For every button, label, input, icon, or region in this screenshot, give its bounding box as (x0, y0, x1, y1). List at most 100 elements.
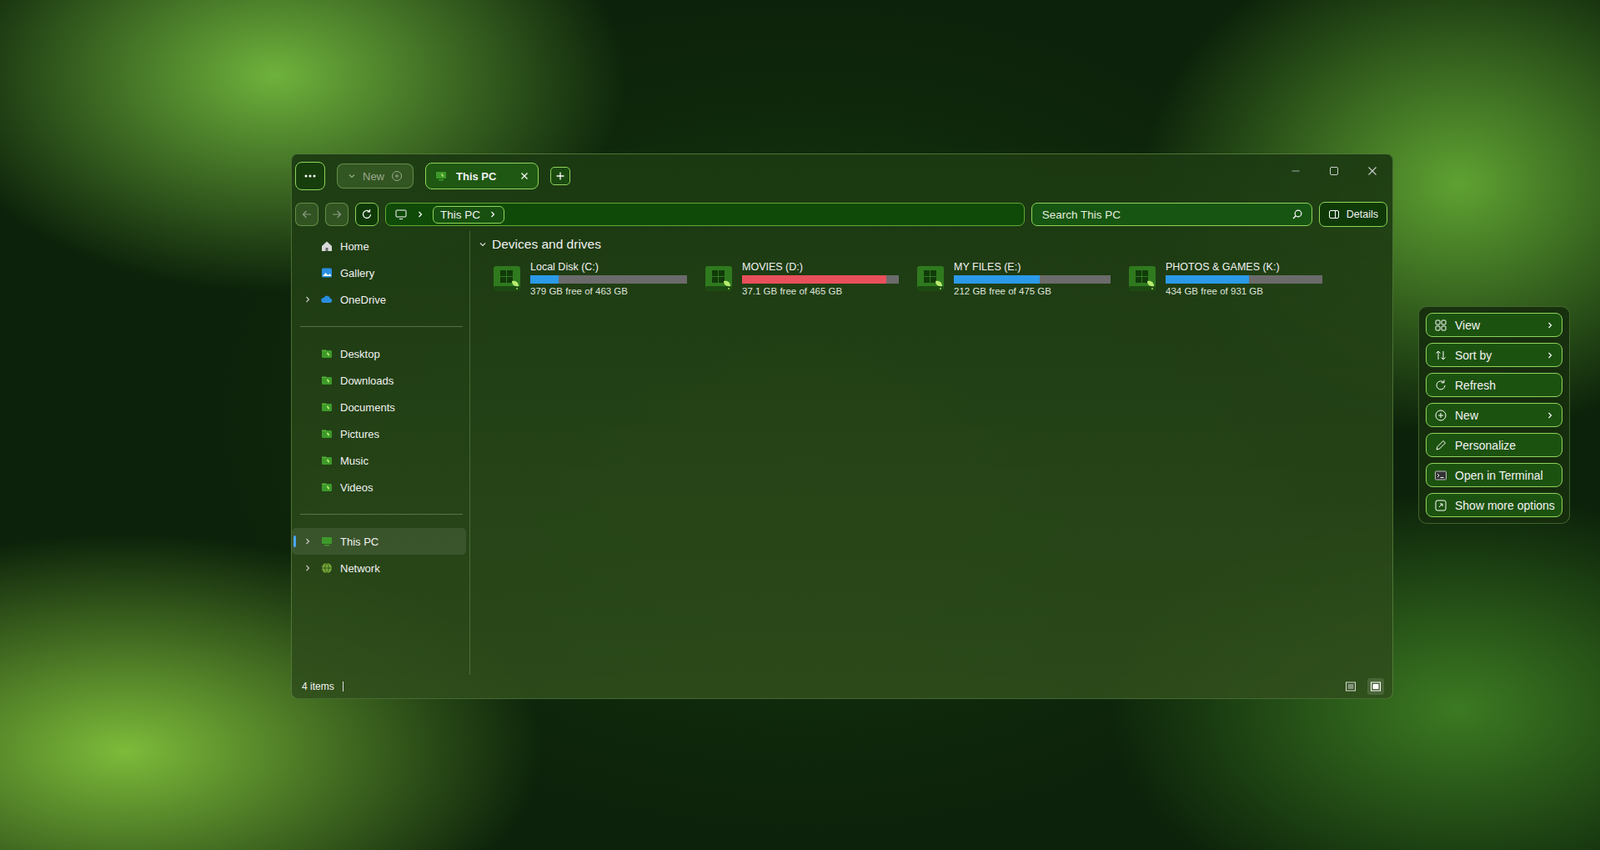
chevron-right-icon (488, 210, 497, 219)
terminal-icon (1434, 468, 1448, 482)
forward-button[interactable] (325, 202, 349, 226)
sort-icon (1434, 348, 1448, 362)
collapse-chevron-icon (478, 240, 487, 249)
menu-item[interactable]: Sort by (1425, 342, 1563, 367)
drive-tile[interactable]: MOVIES (D:)37.1 GB free of 465 GB (702, 260, 899, 296)
pc-icon (434, 169, 448, 183)
sidebar-item[interactable]: Documents (291, 393, 467, 421)
sidebar-separator (300, 326, 463, 327)
drive-tile[interactable]: PHOTOS & GAMES (K:)434 GB free of 931 GB (1126, 260, 1323, 296)
expand-chevron-icon[interactable] (303, 536, 312, 546)
close-icon[interactable] (519, 170, 530, 181)
sidebar-item[interactable]: This PC (291, 527, 467, 555)
hard-drive-icon (491, 262, 523, 295)
minimize-icon[interactable] (1290, 165, 1301, 176)
usage-bar (953, 275, 1111, 284)
title-bar: New This PC (291, 154, 1393, 198)
group-header[interactable]: Devices and drives (478, 235, 1386, 253)
new-tab-button[interactable] (550, 166, 571, 186)
toolbar: This PC Search This PCDetails (291, 197, 1393, 231)
arrow-left-icon (300, 208, 313, 221)
sidebar-item[interactable]: Network (291, 554, 467, 582)
usage-bar (1165, 275, 1323, 284)
refresh-button[interactable] (355, 202, 379, 226)
video-icon (320, 480, 334, 494)
pc-icon (320, 534, 334, 548)
address-bar[interactable]: This PC (385, 202, 1025, 226)
selection-indicator (293, 535, 296, 547)
music-icon (320, 453, 334, 467)
chevron-right-icon (416, 210, 425, 219)
drive-tile[interactable]: Local Disk (C:)379 GB free of 463 GB (491, 260, 688, 296)
sidebar-item[interactable]: Home (291, 232, 467, 260)
monitor-icon (394, 207, 408, 221)
cloud-icon (320, 292, 334, 306)
menu-item[interactable]: Open in Terminal (1425, 462, 1563, 487)
search-icon (1291, 208, 1304, 221)
back-button[interactable] (295, 202, 319, 226)
hard-drive-icon (914, 262, 947, 295)
usage-bar (530, 275, 688, 284)
pen-icon (1434, 438, 1448, 452)
close-window-icon[interactable] (1367, 165, 1378, 176)
hard-drive-icon (702, 262, 735, 295)
tiles-view-icon (1369, 680, 1382, 693)
folder-icon (320, 346, 334, 361)
sidebar-item[interactable]: Downloads (291, 366, 467, 394)
details-view-icon (1344, 680, 1357, 693)
sidebar-item[interactable]: Music (291, 446, 467, 474)
plus-icon (1434, 408, 1448, 422)
more-button[interactable] (295, 161, 326, 191)
status-divider (342, 681, 344, 692)
picture-icon (320, 426, 334, 441)
desktop: New This PC This PC Search This PCDetails Ho… (0, 0, 1600, 850)
chevron-down-icon (347, 171, 357, 181)
sidebar-item[interactable]: Desktop (291, 340, 467, 367)
dots-icon (303, 169, 317, 183)
refresh-icon (361, 208, 373, 221)
status-bar: 4 items (291, 674, 1393, 698)
navigation-pane: HomeGalleryOneDrive DesktopDownloadsDocum… (291, 230, 471, 675)
gallery-icon (320, 265, 334, 280)
network-icon (320, 561, 334, 575)
details-button[interactable]: Details (1319, 201, 1388, 227)
content-pane: Devices and drives Local Disk (C:)379 GB … (470, 230, 1393, 675)
hard-drive-icon (1126, 262, 1159, 295)
menu-item[interactable]: Personalize (1425, 432, 1563, 457)
sidebar-item[interactable]: Pictures (291, 420, 467, 447)
details-pane-icon (1328, 208, 1340, 221)
menu-item[interactable]: Refresh (1425, 372, 1563, 397)
expand-chevron-icon[interactable] (303, 295, 312, 304)
view-mode-button[interactable] (1342, 677, 1360, 695)
file-explorer-window: New This PC This PC Search This PCDetails Ho… (290, 153, 1394, 699)
submenu-chevron-icon (1545, 351, 1555, 360)
grid-icon (1434, 318, 1448, 332)
new-button[interactable]: New (336, 163, 414, 189)
menu-item[interactable]: New (1425, 402, 1563, 427)
sidebar-item[interactable]: Gallery (291, 259, 467, 286)
arrow-right-icon (331, 208, 343, 221)
drive-tile[interactable]: MY FILES (E:)212 GB free of 475 GB (914, 260, 1111, 296)
breadcrumb[interactable]: This PC (432, 205, 505, 224)
plus-circle-icon (391, 170, 403, 182)
view-mode-button[interactable] (1367, 677, 1385, 695)
maximize-icon[interactable] (1329, 165, 1340, 176)
menu-item[interactable]: View (1425, 312, 1563, 337)
plus-icon (555, 170, 566, 181)
home-icon (320, 239, 334, 253)
usage-bar (742, 275, 899, 284)
refresh-icon (1434, 378, 1448, 392)
download-icon (320, 373, 334, 387)
menu-item[interactable]: Show more options (1425, 492, 1563, 517)
submenu-chevron-icon (1545, 321, 1555, 330)
sidebar-item[interactable]: Videos (291, 473, 467, 501)
sidebar-item[interactable]: OneDrive (291, 285, 467, 313)
expand-chevron-icon[interactable] (303, 563, 312, 572)
share-icon (1434, 498, 1448, 512)
tab[interactable]: This PC (425, 162, 539, 190)
sidebar-separator (300, 513, 463, 515)
search-field[interactable]: Search This PC (1031, 202, 1313, 226)
submenu-chevron-icon (1545, 411, 1555, 420)
context-menu: View Sort by Refresh New Personalize Open in … (1418, 305, 1570, 524)
folder-icon (320, 400, 334, 414)
